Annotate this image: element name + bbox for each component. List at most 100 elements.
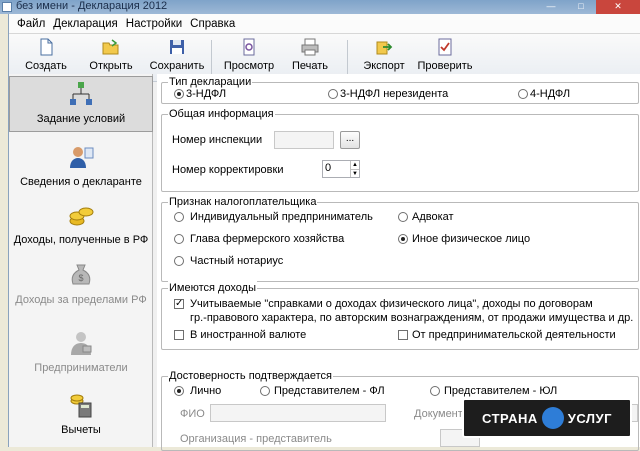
general-info-group: Общая информация Номер инспекции ... Ном… bbox=[161, 107, 639, 192]
foreign-currency-label: В иностранной валюте bbox=[190, 329, 307, 341]
coins-icon bbox=[69, 207, 94, 226]
sidebar-item-income-abroad[interactable]: $ Доходы за пределами РФ bbox=[9, 258, 153, 314]
certified-income-checkbox[interactable]: ✓ bbox=[174, 299, 184, 309]
certified-income-line2: гр.-правового характера, по авторским во… bbox=[190, 312, 634, 324]
sidebar-item-deductions[interactable]: Вычеты bbox=[9, 388, 153, 444]
sidebar-item-label: Задание условий bbox=[36, 113, 126, 125]
sidebar-item-label: Доходы за пределами РФ bbox=[15, 294, 147, 306]
decl-type-3ndfl-radio[interactable] bbox=[174, 89, 184, 99]
taxpayer-entrepreneur-radio[interactable] bbox=[174, 212, 184, 222]
decl-type-4ndfl-label: 4-НДФЛ bbox=[530, 88, 571, 100]
close-button[interactable]: ✕ bbox=[596, 0, 640, 14]
foreign-currency-checkbox[interactable] bbox=[174, 330, 184, 340]
open-folder-icon bbox=[102, 39, 119, 55]
print-label: Печать bbox=[291, 60, 329, 72]
inspection-input[interactable] bbox=[274, 131, 334, 149]
taxpayer-farm-radio[interactable] bbox=[174, 234, 184, 244]
decl-type-group: Тип декларации 3-НДФЛ 3-НДФЛ нерезидента… bbox=[161, 75, 639, 104]
sidebar-item-entrepreneurs[interactable]: Предприниматели bbox=[9, 326, 153, 382]
business-income-label: От предпринимательской деятельности bbox=[412, 329, 616, 341]
fio-label: ФИО bbox=[180, 408, 205, 420]
sidebar-item-label: Предприниматели bbox=[34, 362, 128, 374]
preview-label: Просмотр bbox=[223, 60, 275, 72]
correction-input[interactable]: 0 ▲ ▼ bbox=[322, 160, 360, 178]
sidebar-item-label: Доходы, полученные в РФ bbox=[13, 234, 149, 246]
taxpayer-notary-radio[interactable] bbox=[174, 256, 184, 266]
confirm-fl-rep-radio[interactable] bbox=[260, 386, 270, 396]
minimize-button[interactable]: — bbox=[536, 0, 566, 14]
menu-help[interactable]: Справка bbox=[186, 14, 239, 34]
inspection-label: Номер инспекции bbox=[172, 134, 263, 146]
maximize-button[interactable]: □ bbox=[566, 0, 596, 14]
title-bar: без имени - Декларация 2012 — □ ✕ bbox=[0, 0, 640, 14]
save-label: Сохранить bbox=[149, 60, 205, 72]
check-button[interactable]: Проверить bbox=[415, 36, 475, 78]
export-icon bbox=[376, 41, 393, 55]
export-button[interactable]: Экспорт bbox=[359, 36, 409, 78]
window-title: без имени - Декларация 2012 bbox=[16, 0, 168, 12]
document-label: Документ bbox=[414, 408, 463, 420]
person-card-icon bbox=[70, 147, 94, 168]
menu-settings[interactable]: Настройки bbox=[122, 14, 186, 34]
general-info-title: Общая информация bbox=[168, 107, 275, 121]
printer-icon bbox=[301, 38, 319, 56]
taxpayer-title: Признак налогоплательщика bbox=[168, 195, 318, 209]
correction-value: 0 bbox=[325, 162, 332, 174]
organization-label: Организация - представитель bbox=[180, 433, 332, 445]
spin-up-icon[interactable]: ▲ bbox=[350, 161, 359, 169]
sidebar: Задание условий Сведения о декларанте До… bbox=[9, 74, 153, 447]
menu-bar: Файл Декларация Настройки Справка bbox=[9, 14, 640, 34]
confirm-personal-radio[interactable] bbox=[174, 386, 184, 396]
toolbar-separator bbox=[211, 40, 212, 74]
business-income-checkbox[interactable] bbox=[398, 330, 408, 340]
correction-label: Номер корректировки bbox=[172, 164, 284, 176]
create-label: Создать bbox=[25, 60, 67, 72]
check-label: Проверить bbox=[417, 60, 473, 72]
watermark-logo: СТРАНА УСЛУГ bbox=[462, 398, 632, 438]
sidebar-item-declarant[interactable]: Сведения о декларанте bbox=[9, 140, 153, 196]
taxpayer-lawyer-radio[interactable] bbox=[398, 212, 408, 222]
app-icon bbox=[2, 2, 12, 12]
decl-type-nonresident-label: 3-НДФЛ нерезидента bbox=[340, 88, 449, 100]
floppy-disk-icon bbox=[170, 40, 184, 54]
businessman-icon bbox=[71, 332, 92, 355]
network-tree-icon bbox=[70, 82, 92, 105]
confirm-ul-rep-label: Представителем - ЮЛ bbox=[444, 385, 558, 397]
preview-icon bbox=[243, 38, 255, 56]
calculator-icon bbox=[70, 394, 92, 418]
confirm-fl-rep-label: Представителем - ФЛ bbox=[274, 385, 385, 397]
handshake-icon bbox=[541, 407, 564, 429]
app-window: Файл Декларация Настройки Справка Создат… bbox=[8, 14, 640, 451]
sidebar-item-conditions[interactable]: Задание условий bbox=[9, 76, 153, 132]
export-label: Экспорт bbox=[363, 60, 405, 72]
inspection-browse-button[interactable]: ... bbox=[340, 131, 360, 149]
new-document-icon bbox=[40, 38, 53, 56]
sidebar-item-label: Сведения о декларанте bbox=[20, 176, 142, 188]
preview-button[interactable]: Просмотр bbox=[219, 36, 279, 78]
income-title: Имеются доходы bbox=[168, 281, 258, 295]
taxpayer-entrepreneur-label: Индивидуальный предприниматель bbox=[190, 211, 373, 223]
sidebar-item-label: Вычеты bbox=[61, 424, 101, 436]
decl-type-4ndfl-radio[interactable] bbox=[518, 89, 528, 99]
menu-declaration[interactable]: Декларация bbox=[49, 14, 121, 34]
print-button[interactable]: Печать bbox=[287, 36, 333, 78]
open-button[interactable]: Открыть bbox=[83, 36, 139, 78]
money-bag-icon: $ bbox=[71, 264, 91, 285]
save-button[interactable]: Сохранить bbox=[147, 36, 207, 78]
confirm-personal-label: Лично bbox=[190, 385, 222, 397]
decl-type-3ndfl-label: 3-НДФЛ bbox=[186, 88, 227, 100]
create-button[interactable]: Создать bbox=[21, 36, 71, 78]
checklist-icon bbox=[438, 38, 452, 56]
watermark-left-text: СТРАНА bbox=[482, 410, 538, 426]
income-group: Имеются доходы ✓ Учитываемые "справками … bbox=[161, 281, 639, 350]
fio-input[interactable] bbox=[210, 404, 386, 422]
sidebar-item-income-rf[interactable]: Доходы, полученные в РФ bbox=[9, 198, 153, 254]
decl-type-nonresident-radio[interactable] bbox=[328, 89, 338, 99]
taxpayer-other-radio[interactable] bbox=[398, 234, 408, 244]
confirm-ul-rep-radio[interactable] bbox=[430, 386, 440, 396]
decl-type-title: Тип декларации bbox=[168, 75, 253, 89]
spin-down-icon[interactable]: ▼ bbox=[350, 169, 359, 177]
watermark-right-text: УСЛУГ bbox=[567, 410, 612, 426]
toolbar-separator bbox=[347, 40, 348, 74]
menu-file[interactable]: Файл bbox=[13, 14, 49, 34]
